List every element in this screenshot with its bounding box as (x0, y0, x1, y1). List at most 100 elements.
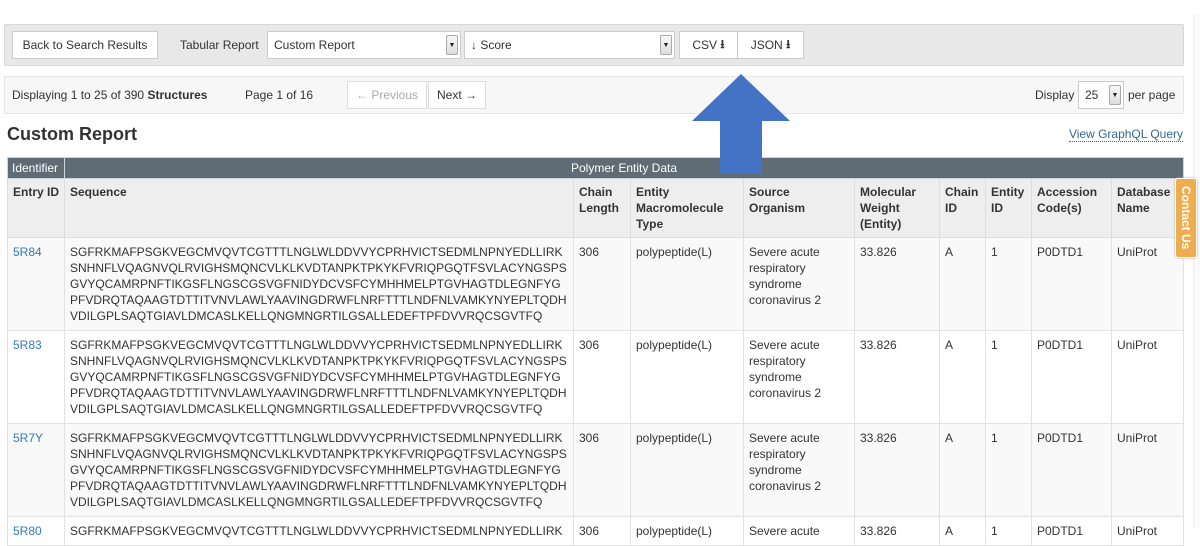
entry-id-link[interactable]: 5R80 (13, 524, 42, 538)
json-label: JSON (750, 38, 783, 52)
entry-id-cell: 5R83 (7, 330, 65, 424)
table-row: 5R84 SGFRKMAFPSGKVEGCMVQVTCGTTTLNGLWLDDVV… (7, 237, 1185, 331)
molecular-weight-cell: 33.826 (854, 330, 940, 424)
sort-select[interactable]: ↓ Score ▼ (464, 31, 675, 59)
view-graphql-query-link[interactable]: View GraphQL Query (1068, 127, 1183, 142)
entity-id-cell: 1 (985, 237, 1032, 331)
sequence-cell: SGFRKMAFPSGKVEGCMVQVTCGTTTLNGLWLDDVVYCPR… (64, 237, 574, 331)
database-cell: UniProt (1110, 516, 1185, 546)
chain-length-cell: 306 (573, 516, 631, 546)
sequence-line: SNHNFLVQAGNVQLRVIGHSMQNCVLKLKVDTANPKTPKY… (70, 354, 567, 368)
report-type-value: Custom Report (274, 38, 355, 52)
chain-id-cell: A (939, 237, 986, 331)
source-organism-cell: Severe acute respiratory syndrome corona… (743, 237, 855, 331)
column-header-molecular-weight[interactable]: Molecular Weight (Entity) (854, 178, 940, 238)
json-download-button[interactable]: JSON ⭳ (737, 31, 804, 59)
page-title: Custom Report (7, 124, 137, 144)
group-header-identifier: Identifier (7, 157, 65, 179)
table-row: 5R83 SGFRKMAFPSGKVEGCMVQVTCGTTTLNGLWLDDVV… (7, 330, 1185, 424)
chevron-down-icon: ▼ (446, 35, 458, 55)
column-header-entity-type[interactable]: Entity Macromolecule Type (630, 178, 744, 238)
molecular-weight-cell: 33.826 (854, 516, 940, 546)
tabular-report-label: Tabular Report (180, 38, 259, 52)
csv-download-button[interactable]: CSV ⭳ (679, 31, 738, 59)
database-cell: UniProt (1110, 330, 1185, 424)
contact-us-tab[interactable]: Contact Us (1175, 178, 1197, 258)
results-table: Identifier Polymer Entity Data Entry ID … (7, 157, 1185, 546)
entry-id-cell: 5R80 (7, 516, 65, 546)
per-page-label: per page (1128, 88, 1176, 102)
page-indicator: Page 1 of 16 (245, 88, 314, 102)
column-header-entity-id[interactable]: Entity ID (985, 178, 1032, 238)
entry-id-link[interactable]: 5R84 (13, 245, 42, 259)
sequence-line: SGFRKMAFPSGKVEGCMVQVTCGTTTLNGLWLDDVVYCPR… (70, 524, 563, 538)
download-icon: ⭳ (720, 36, 725, 51)
next-page-button[interactable]: Next → (428, 81, 487, 109)
group-header-row: Identifier Polymer Entity Data (7, 157, 1185, 179)
sequence-cell: SGFRKMAFPSGKVEGCMVQVTCGTTTLNGLWLDDVVYCPR… (64, 330, 574, 424)
page-scrollbar[interactable] (1193, 14, 1200, 528)
chain-id-cell: A (939, 330, 986, 424)
column-header-chain-id[interactable]: Chain ID (939, 178, 986, 238)
sequence-cell: SGFRKMAFPSGKVEGCMVQVTCGTTTLNGLWLDDVVYCPR… (64, 516, 574, 546)
sequence-line: SNHNFLVQAGNVQLRVIGHSMQNCVLKLKVDTANPKTPKY… (70, 447, 567, 461)
display-label: Display (1035, 88, 1075, 102)
database-cell: UniProt (1110, 423, 1185, 517)
column-header-sequence[interactable]: Sequence (64, 178, 574, 238)
source-organism-cell: Severe acute respiratory syndrome corona… (743, 423, 855, 517)
sequence-line: VDILGPLSAQTGIAVLDMCASLKELLQNGMNGRTILGSAL… (70, 309, 543, 323)
entry-id-link[interactable]: 5R7Y (13, 431, 43, 445)
column-header-database[interactable]: Database Name (1110, 178, 1185, 238)
column-header-source-organism[interactable]: Source Organism (743, 178, 855, 238)
sequence-line: SGFRKMAFPSGKVEGCMVQVTCGTTTLNGLWLDDVVYCPR… (70, 338, 563, 352)
download-icon: ⭳ (786, 36, 791, 51)
entity-type-cell: polypeptide(L) (630, 423, 744, 517)
results-count-text: Displaying 1 to 25 of 390 (12, 88, 145, 102)
results-count: Displaying 1 to 25 of 390 Structures (12, 88, 207, 102)
chain-length-cell: 306 (573, 423, 631, 517)
up-arrow-shape (692, 74, 790, 174)
accession-cell: P0DTD1 (1031, 516, 1112, 546)
previous-page-button[interactable]: ← Previous (347, 81, 428, 109)
entry-id-cell: 5R84 (7, 237, 65, 331)
csv-label: CSV (692, 38, 718, 52)
sequence-line: SGFRKMAFPSGKVEGCMVQVTCGTTTLNGLWLDDVVYCPR… (70, 245, 563, 259)
sequence-line: VDILGPLSAQTGIAVLDMCASLKELLQNGMNGRTILGSAL… (70, 402, 543, 416)
group-header-polymer-entity: Polymer Entity Data (63, 157, 1185, 179)
entity-type-cell: polypeptide(L) (630, 237, 744, 331)
report-toolbar: Back to Search Results Tabular Report Cu… (4, 24, 1184, 66)
entity-id-cell: 1 (985, 330, 1032, 424)
back-to-search-button[interactable]: Back to Search Results (12, 31, 158, 59)
entity-type-cell: polypeptide(L) (630, 516, 744, 546)
accession-cell: P0DTD1 (1031, 237, 1112, 331)
column-header-row: Entry ID Sequence Chain Length Entity Ma… (7, 178, 1185, 238)
sequence-line: GVYQCAMRPNFTIKGSFLNGSCGSVGFNIDYDCVSFCYMH… (70, 463, 561, 477)
column-header-accession[interactable]: Accession Code(s) (1031, 178, 1112, 238)
column-header-entry-id[interactable]: Entry ID (7, 178, 65, 238)
sort-value: ↓ Score (471, 38, 512, 52)
database-cell: UniProt (1110, 237, 1185, 331)
sequence-line: SNHNFLVQAGNVQLRVIGHSMQNCVLKLKVDTANPKTPKY… (70, 261, 567, 275)
entity-type-cell: polypeptide(L) (630, 330, 744, 424)
per-page-select[interactable]: 25 ▼ (1078, 81, 1124, 109)
sequence-line: GVYQCAMRPNFTIKGSFLNGSCGSVGFNIDYDCVSFCYMH… (70, 370, 561, 384)
sequence-cell: SGFRKMAFPSGKVEGCMVQVTCGTTTLNGLWLDDVVYCPR… (64, 423, 574, 517)
sequence-line: PFVDRQTAQAAGTDTTITVNVLAWLYAAVINGDRWFLNRF… (70, 386, 567, 400)
sequence-line: VDILGPLSAQTGIAVLDMCASLKELLQNGMNGRTILGSAL… (70, 495, 543, 509)
chain-id-cell: A (939, 423, 986, 517)
report-type-select[interactable]: Custom Report ▼ (267, 31, 461, 59)
molecular-weight-cell: 33.826 (854, 237, 940, 331)
accession-cell: P0DTD1 (1031, 330, 1112, 424)
column-header-chain-length[interactable]: Chain Length (573, 178, 631, 238)
entry-id-cell: 5R7Y (7, 423, 65, 517)
source-organism-cell: Severe acute respiratory syndrome corona… (743, 330, 855, 424)
pagination-bar: Displaying 1 to 25 of 390 Structures Pag… (4, 76, 1184, 114)
sequence-line: GVYQCAMRPNFTIKGSFLNGSCGSVGFNIDYDCVSFCYMH… (70, 277, 561, 291)
table-row: 5R80 SGFRKMAFPSGKVEGCMVQVTCGTTTLNGLWLDDVV… (7, 516, 1185, 546)
entry-id-link[interactable]: 5R83 (13, 338, 42, 352)
chevron-down-icon: ▼ (1109, 85, 1121, 105)
up-arrow-annotation (692, 74, 790, 174)
molecular-weight-cell: 33.826 (854, 423, 940, 517)
sequence-line: SGFRKMAFPSGKVEGCMVQVTCGTTTLNGLWLDDVVYCPR… (70, 431, 563, 445)
sequence-line: PFVDRQTAQAAGTDTTITVNVLAWLYAAVINGDRWFLNRF… (70, 293, 567, 307)
